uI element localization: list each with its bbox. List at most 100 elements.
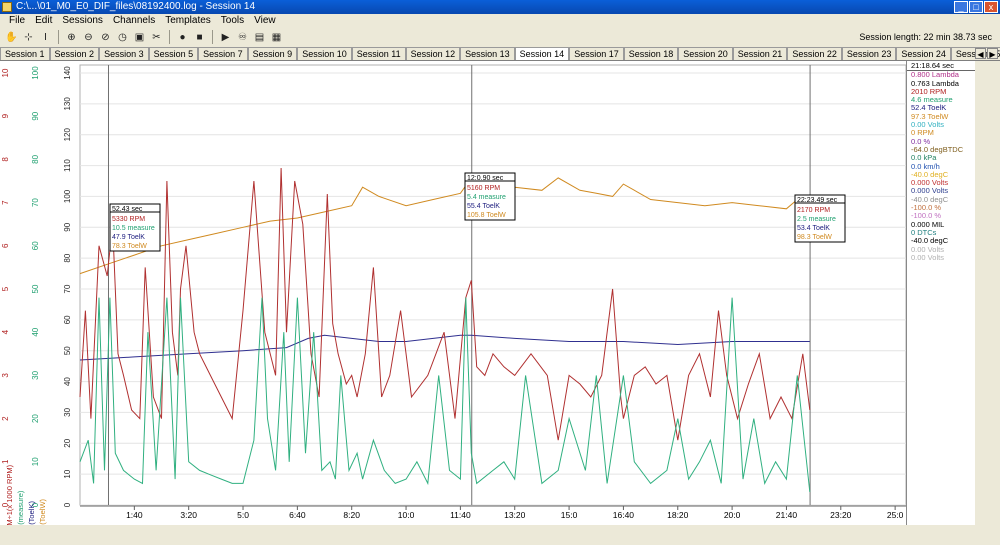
y-tick-label-temp: 20 [63,438,72,447]
cursor-value: 2.5 measure [797,216,836,223]
x-tick-label: 5:0 [237,510,249,520]
tab-session-13[interactable]: Session 13 [460,47,515,60]
cursor-icon[interactable]: I [38,30,53,45]
note-icon[interactable]: ▣ [132,30,147,45]
menu-view[interactable]: View [249,14,281,28]
cut-icon[interactable]: ✂ [149,30,164,45]
zoom-in-icon[interactable]: ⊕ [64,30,79,45]
toolbar-separator [169,30,170,44]
menu-sessions[interactable]: Sessions [57,14,108,28]
maximize-button[interactable]: □ [969,1,983,13]
cursor-readout: 12:0.90 sec 5160 RPM 5.4 measure 55.4 ToelK… [464,172,516,221]
vertical-scrollbar[interactable] [975,61,1000,545]
legend-channel-value[interactable]: 52.4 ToelK [907,104,975,112]
y-tick-label-rpm: 6 [1,243,10,248]
menu-templates[interactable]: Templates [160,14,216,28]
tab-session-5[interactable]: Session 5 [148,47,199,60]
legend-channel-value[interactable]: -40.0 degC [907,237,975,245]
legend-channel-value[interactable]: -100.0 % [907,212,975,220]
legend-channel-value[interactable]: 0.0 km/h [907,163,975,171]
y-tick-label-measure: 10 [31,457,40,466]
x-tick-label: 1:40 [126,510,143,520]
y-tick-label-temp: 60 [63,315,72,324]
legend-channel-value[interactable]: 97.3 ToelW [907,113,975,121]
legend-channel-value[interactable]: 0 DTCs [907,229,975,237]
y-tick-label-rpm: 3 [1,373,10,378]
tab-session-14[interactable]: Session 14 [514,47,570,60]
menu-edit[interactable]: Edit [30,14,57,28]
select-icon[interactable]: ⊹ [21,30,36,45]
legend-channel-value[interactable]: 0.0 kPa [907,154,975,162]
legend-channel-value[interactable]: 0.000 Volts [907,187,975,195]
y-tick-label-measure: 60 [31,241,40,250]
y-tick-label-measure: 30 [31,370,40,379]
tab-session-12[interactable]: Session 12 [405,47,461,60]
y-tick-label-rpm: 9 [1,113,10,118]
tab-session-7[interactable]: Session 7 [198,47,248,60]
tab-session-21[interactable]: Session 21 [732,47,788,60]
legend-channel-value[interactable]: -40.0 degC [907,196,975,204]
y-tick-label-measure: 80 [31,154,40,163]
zoom-out-icon[interactable]: ⊖ [81,30,96,45]
chart-area[interactable]: 0 1 2 3 4 5 6 7 8 9 10 0 10 20 30 40 50 60 70 80 90 100 0 10 20 3… [0,61,975,525]
tab-session-9[interactable]: Session 9 [247,47,298,60]
legend-channel-value[interactable]: 0.00 Volts [907,246,975,254]
legend-channel-value[interactable]: -40.0 degC [907,171,975,179]
minimize-button[interactable]: _ [954,1,968,13]
hand-icon[interactable]: ✋ [4,30,19,45]
legend-channel-value[interactable]: 0.763 Lambda [907,80,975,88]
session-chart[interactable]: 0123456789100102030405060708090100010203… [0,61,906,525]
chart-icon[interactable]: ▤ [252,30,267,45]
close-button[interactable]: x [984,1,998,13]
session-length: Session length: 22 min 38.73 sec [859,32,992,42]
horizontal-scrollbar[interactable] [0,525,975,545]
legend-channel-value[interactable]: -100.0 % [907,204,975,212]
legend-channel-value[interactable]: 0.00 Volts [907,121,975,129]
y-tick-label-measure: 90 [31,111,40,120]
y-tick-label-rpm: 7 [1,200,10,205]
y-tick-label-measure: 100 [31,66,40,80]
tab-session-2[interactable]: Session 2 [49,47,100,60]
tab-session-11[interactable]: Session 11 [351,47,406,60]
tab-session-3[interactable]: Session 3 [99,47,149,60]
clock-icon[interactable]: ◷ [115,30,130,45]
legend-channel-value[interactable]: 2010 RPM [907,88,975,96]
tab-session-20[interactable]: Session 20 [678,47,733,60]
y-tick-label-measure: 20 [31,414,40,423]
stop-icon[interactable]: ■ [192,30,207,45]
menu-channels[interactable]: Channels [108,14,160,28]
legend-channel-value[interactable]: 0.000 MIL [907,221,975,229]
y-tick-label-temp: 110 [63,159,72,172]
play-icon[interactable]: ▶ [218,30,233,45]
zoom-reset-icon[interactable]: ⊘ [98,30,113,45]
legend-channel-value[interactable]: -64.0 degBTDC [907,146,975,154]
marker-icon[interactable]: ● [175,30,190,45]
tab-session-22[interactable]: Session 22 [787,47,842,60]
x-tick-label: 21:40 [776,510,798,520]
tab-session-24[interactable]: Session 24 [896,47,951,60]
legend-channel-value[interactable]: 0.000 Volts [907,179,975,187]
y-tick-label-measure: 40 [31,327,40,336]
legend-channel-value[interactable]: 0.00 Volts [907,254,975,262]
legend-channel-value[interactable]: 0.800 Lambda [907,71,975,79]
tab-session-18[interactable]: Session 18 [623,47,679,60]
cursor-readout: 22:23.49 sec 2170 RPM 2.5 measure 53.4 Toel… [794,194,846,243]
cursor-time: 52.43 sec [112,206,143,213]
tab-next-button[interactable]: ▶ [987,48,998,59]
binoculars-icon[interactable]: ♾ [235,30,250,45]
tab-session-23[interactable]: Session 23 [841,47,897,60]
tab-prev-button[interactable]: ◀ [975,48,986,59]
tab-session-17[interactable]: Session 17 [569,47,624,60]
y-tick-label-rpm: 8 [1,157,10,162]
menu-file[interactable]: File [4,14,30,28]
menu-tools[interactable]: Tools [216,14,249,28]
legend-channel-value[interactable]: 4.6 measure [907,96,975,104]
legend-channel-value[interactable]: 0 RPM [907,129,975,137]
legend-channel-value[interactable]: 0.0 % [907,138,975,146]
x-tick-label: 13:20 [504,510,526,520]
tab-session-10[interactable]: Session 10 [297,47,352,60]
table-icon[interactable]: ▦ [269,30,284,45]
y-tick-label-temp: 120 [63,127,72,141]
tab-session-1[interactable]: Session 1 [0,47,50,60]
x-tick-label: 3:20 [180,510,197,520]
